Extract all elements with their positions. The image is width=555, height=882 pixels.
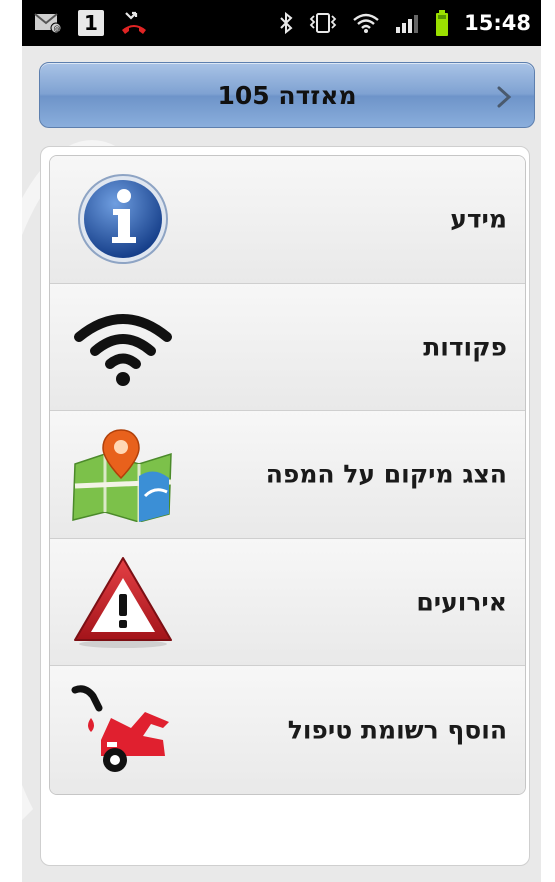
menu-item-events[interactable]: אירועים — [50, 538, 525, 666]
status-bar: @ 1 15:48 — [22, 0, 541, 46]
sim-icon: 1 — [78, 10, 104, 36]
menu-item-label: הצג מיקום על המפה — [265, 459, 507, 489]
menu-item-label: מידע — [450, 204, 507, 234]
bluetooth-icon — [278, 11, 294, 35]
signal-icon — [394, 12, 420, 34]
menu-item-label: פקודות — [423, 332, 507, 362]
menu-item-info[interactable]: מידע — [50, 156, 525, 284]
page-title: מאזדה 105 — [217, 80, 357, 110]
main-card: מידע פקודות הצג מיקום על המפה אירועים הו… — [40, 146, 530, 866]
menu-item-map[interactable]: הצג מיקום על המפה — [50, 411, 525, 539]
status-time: 15:48 — [464, 11, 531, 35]
email-icon: @ — [34, 12, 62, 34]
menu-list: מידע פקודות הצג מיקום על המפה אירועים הו… — [49, 155, 526, 795]
missed-call-icon — [120, 10, 148, 36]
menu-item-add-service[interactable]: הוסף רשומת טיפול — [50, 666, 525, 794]
svg-text:@: @ — [54, 25, 61, 33]
car-service-icon — [68, 680, 178, 780]
title-bar: מאזדה 105 — [39, 62, 535, 128]
warning-icon — [68, 552, 178, 652]
screen-right-edge — [541, 0, 555, 882]
menu-item-commands[interactable]: פקודות — [50, 283, 525, 411]
chevron-right-icon[interactable] — [492, 83, 516, 111]
menu-item-label: אירועים — [416, 587, 507, 617]
info-icon — [68, 169, 178, 269]
battery-icon — [434, 9, 450, 37]
wifi-icon — [352, 12, 380, 34]
map-pin-icon — [68, 424, 178, 524]
screen-left-edge — [0, 0, 22, 882]
menu-item-label: הוסף רשומת טיפול — [287, 715, 507, 745]
wifi-signal-icon — [68, 297, 178, 397]
vibrate-icon — [308, 11, 338, 35]
phone-screen: @ 1 15:48 מאזדה 105 מידע פקודות הצג מיקו… — [22, 0, 541, 882]
